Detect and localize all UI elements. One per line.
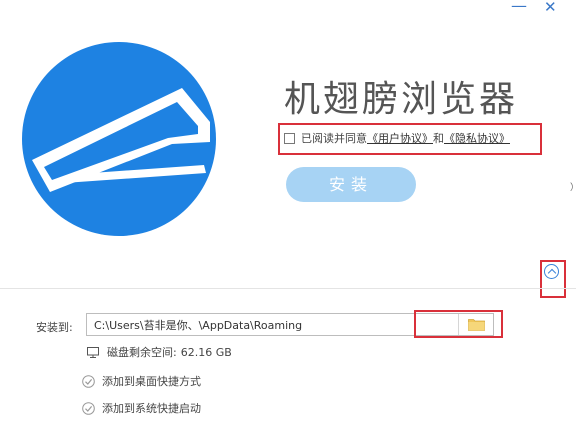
privacy-policy-link[interactable]: 《隐私协议》 [444, 130, 510, 146]
option-label: 添加到桌面快捷方式 [102, 375, 201, 388]
disk-space-row: 磁盘剩余空间: 62.16 GB [87, 344, 232, 360]
wing-logo-icon [22, 42, 216, 236]
check-circle-icon [82, 401, 95, 415]
agreement-conjunction: 和 [433, 132, 444, 145]
option-desktop-shortcut[interactable]: 添加到桌面快捷方式 [82, 373, 201, 389]
close-button[interactable]: ✕ [544, 0, 557, 15]
option-label: 添加到系统快捷启动 [102, 402, 201, 415]
monitor-icon [87, 346, 99, 358]
install-button[interactable]: 安装 [286, 167, 416, 202]
option-quick-launch[interactable]: 添加到系统快捷启动 [82, 400, 201, 416]
divider [0, 288, 576, 289]
disk-space-value: 62.16 GB [180, 345, 232, 359]
agreement-prefix: 已阅读并同意 [301, 132, 367, 145]
minimize-button[interactable]: — [511, 0, 527, 14]
browse-highlight-box [414, 310, 503, 338]
disk-space-label: 磁盘剩余空间: [107, 346, 177, 359]
edge-fragment: ） [570, 180, 576, 193]
agreement-row: 已阅读并同意 《用户协议》 和 《隐私协议》 [284, 127, 510, 149]
app-title: 机翅膀浏览器 [284, 79, 519, 120]
agreement-checkbox[interactable] [284, 132, 295, 144]
chevron-up-circle-icon[interactable] [544, 264, 559, 279]
check-circle-icon [82, 374, 95, 388]
user-agreement-link[interactable]: 《用户协议》 [367, 130, 433, 146]
install-path-label: 安装到: [36, 321, 73, 334]
